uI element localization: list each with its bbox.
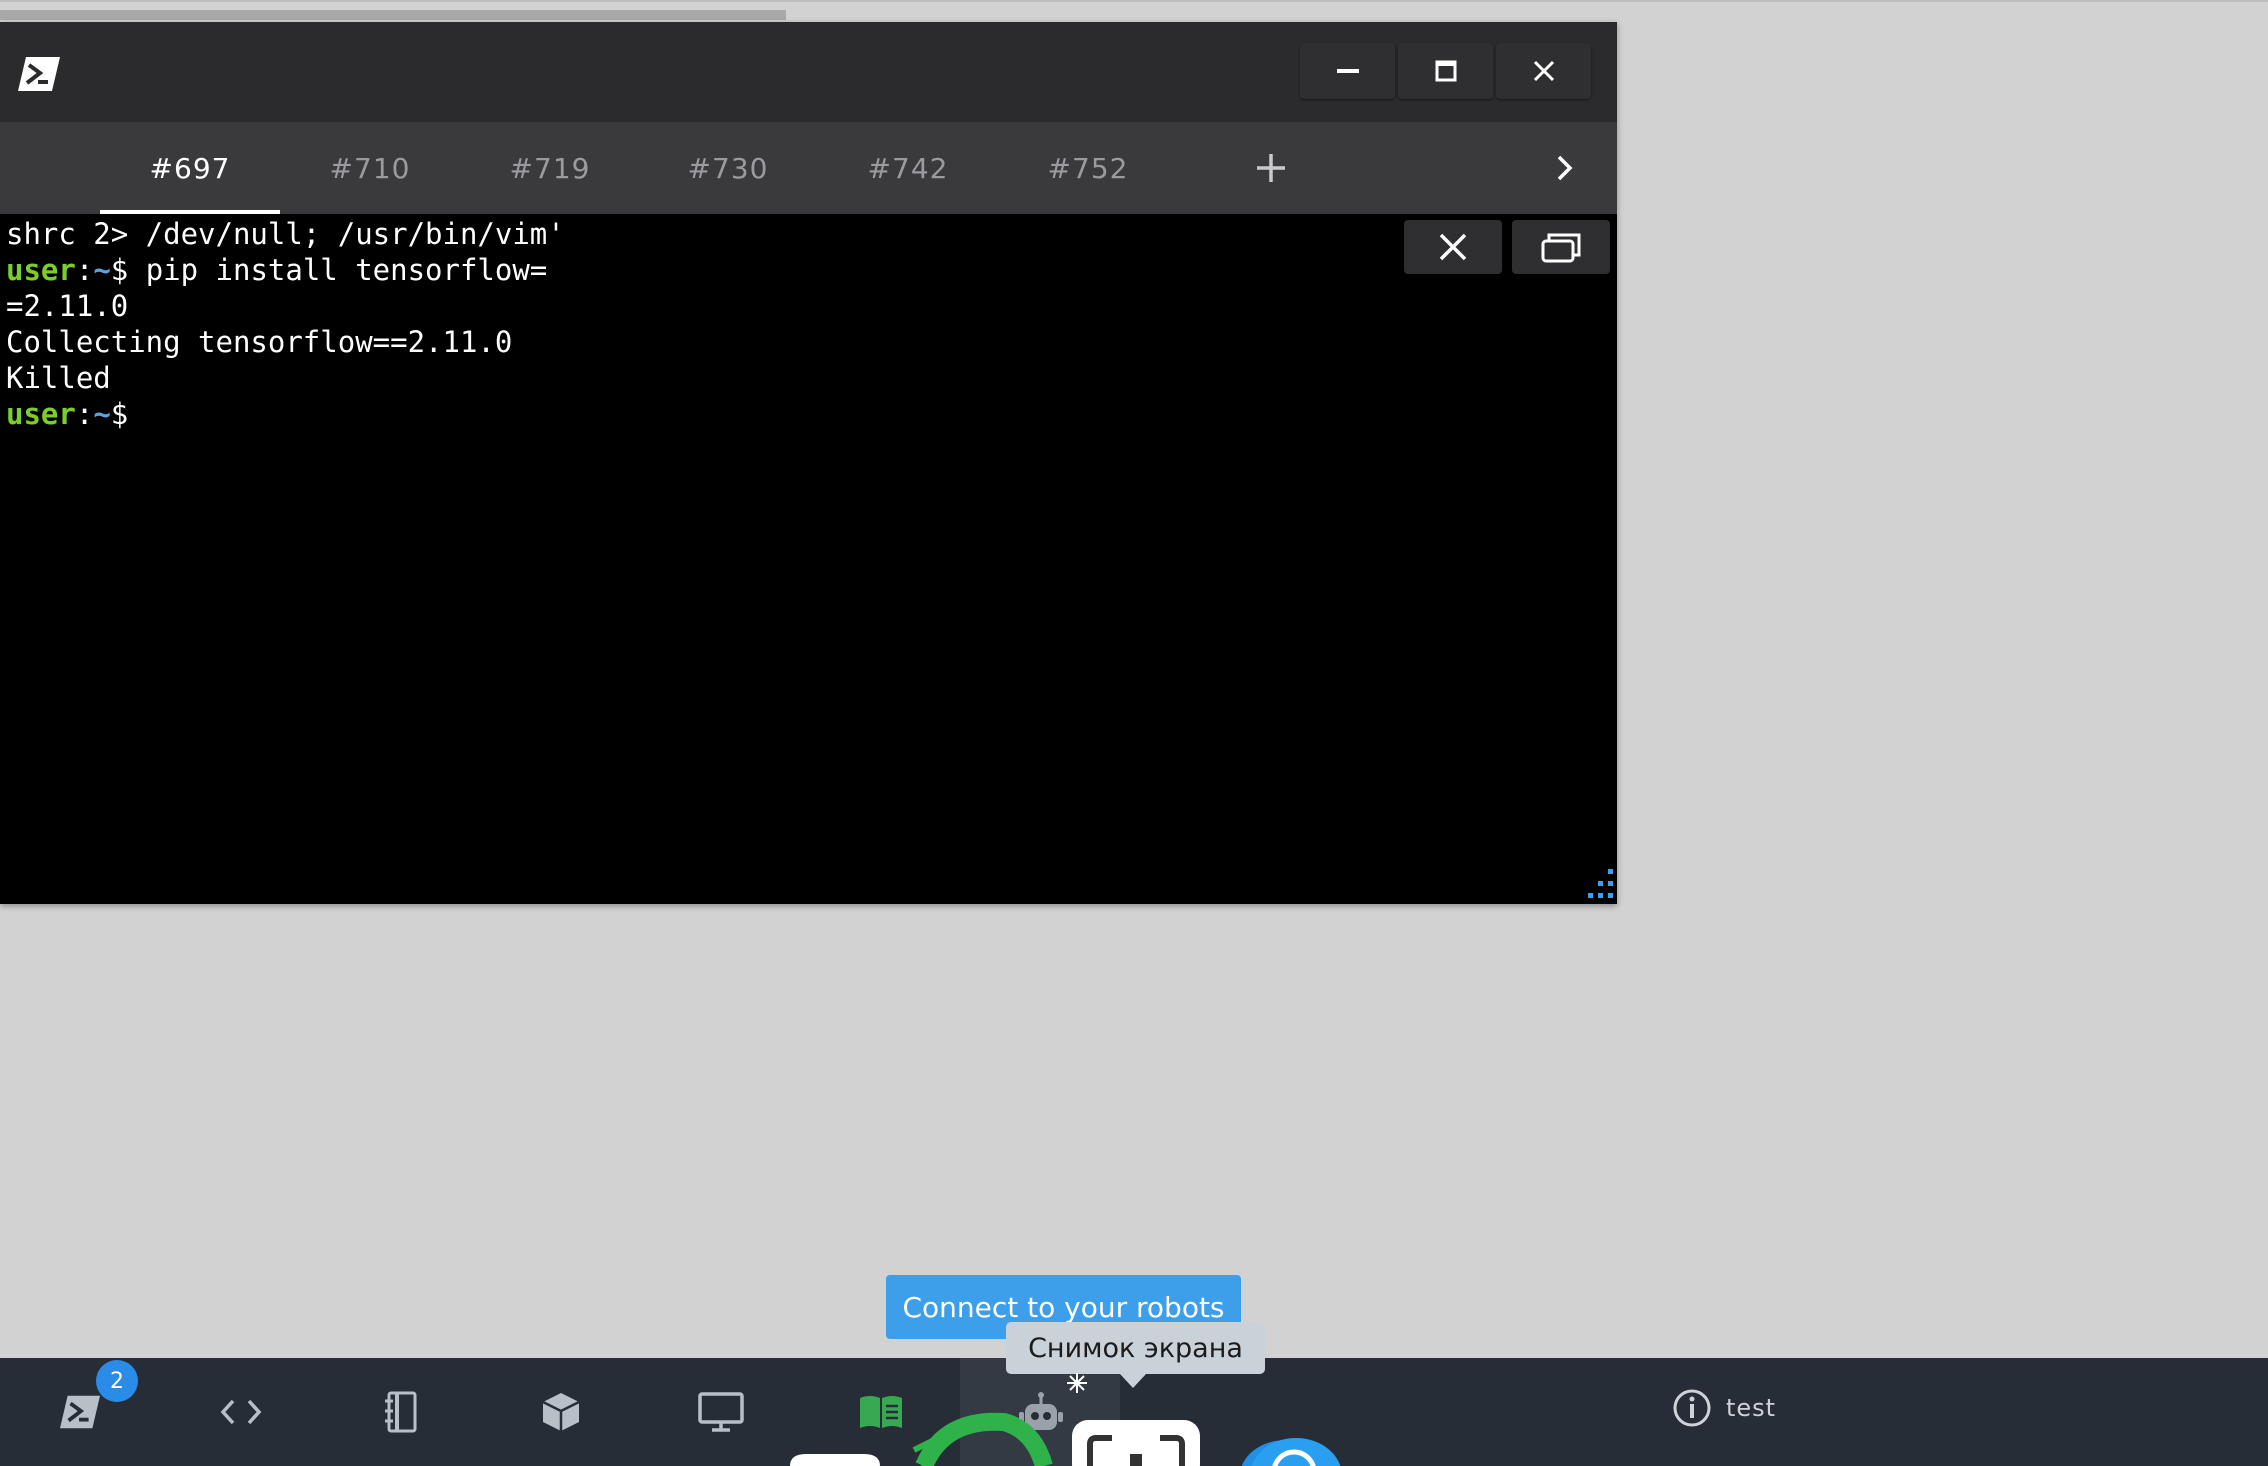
prompt-user: user	[6, 397, 76, 431]
tab-697[interactable]: #697	[100, 122, 280, 214]
terminal-text: shrc 2> /dev/null; /usr/bin/vim'	[6, 217, 565, 251]
terminal-line: =2.11.0	[6, 288, 1396, 324]
prompt-separator: :	[75, 397, 94, 431]
terminal-line: user:~$ pip install tensorflow=	[6, 252, 1396, 288]
terminal-line: Collecting tensorflow==2.11.0	[6, 324, 1396, 360]
plus-icon	[1257, 154, 1285, 182]
terminal-icon	[60, 1395, 100, 1429]
close-window-button[interactable]	[1496, 43, 1591, 99]
tab-742[interactable]: #742	[848, 122, 968, 214]
windows-icon	[1541, 233, 1581, 263]
code-icon	[220, 1399, 262, 1425]
monitor-icon	[698, 1392, 744, 1432]
minimize-button[interactable]	[1300, 43, 1395, 99]
tab-710[interactable]: #710	[310, 122, 430, 214]
terminal-command: $ pip install tensorflow=	[110, 253, 548, 287]
scroll-tabs-right-button[interactable]	[1545, 142, 1585, 194]
add-tab-button[interactable]	[1245, 142, 1297, 194]
info-icon	[1673, 1389, 1711, 1427]
dock-app-icon[interactable]	[786, 1452, 884, 1466]
top-edge-line	[0, 0, 2268, 2]
prompt-user: user	[6, 253, 76, 287]
resize-grip-icon[interactable]	[1578, 867, 1614, 901]
prompt-separator: :	[75, 253, 94, 287]
terminal-output[interactable]: shrc 2> /dev/null; /usr/bin/vim' user:~$ …	[6, 216, 1396, 432]
taskbar-code-editor[interactable]	[186, 1358, 296, 1466]
detach-pane-button[interactable]	[1512, 220, 1610, 274]
workspace-name: test	[1726, 1394, 1777, 1422]
close-icon	[1533, 60, 1554, 82]
taskbar-packages[interactable]	[506, 1358, 616, 1466]
chevron-right-icon	[1557, 155, 1573, 181]
chat-app-icon[interactable]	[1230, 1432, 1348, 1466]
screenshot-icon[interactable]	[1070, 1418, 1202, 1466]
prompt-path: ~	[93, 397, 111, 431]
window-titlebar[interactable]	[0, 22, 1617, 122]
loading-bar	[0, 10, 786, 20]
sparkle-icon	[1067, 1373, 1087, 1393]
terminal-text: =2.11.0	[6, 289, 129, 323]
terminal-command: $	[110, 397, 129, 431]
screenshot-tooltip: Снимок экрана	[1006, 1322, 1265, 1388]
minimize-icon	[1336, 69, 1359, 73]
taskbar-remote-desktop[interactable]	[666, 1358, 776, 1466]
notebook-icon	[385, 1391, 417, 1433]
taskbar-notebook[interactable]	[346, 1358, 456, 1466]
book-icon	[860, 1396, 902, 1428]
maximize-button[interactable]	[1398, 43, 1493, 99]
tab-752[interactable]: #752	[1028, 122, 1148, 214]
terminal-tab-bar: #697 #710 #719 #730 #742 #752	[0, 122, 1617, 214]
terminal-line: user:~$	[6, 396, 1396, 432]
cube-icon	[542, 1393, 580, 1431]
taskbar-info[interactable]: test	[1672, 1388, 1776, 1428]
prompt-path: ~	[93, 253, 111, 287]
terminal-text: Collecting tensorflow==2.11.0	[6, 325, 513, 359]
terminal-window[interactable]: #697 #710 #719 #730 #742 #752 shrc 2> /d…	[0, 22, 1617, 904]
terminal-app-icon	[18, 57, 60, 91]
sync-icon[interactable]	[904, 1410, 1054, 1466]
terminal-text: Killed	[6, 361, 111, 395]
close-pane-button[interactable]	[1404, 220, 1502, 274]
terminal-line: Killed	[6, 360, 1396, 396]
close-icon	[1439, 233, 1467, 261]
maximize-icon	[1435, 60, 1456, 82]
terminal-line: shrc 2> /dev/null; /usr/bin/vim'	[6, 216, 1396, 252]
tab-719[interactable]: #719	[490, 122, 610, 214]
tab-730[interactable]: #730	[668, 122, 788, 214]
notification-badge: 2	[96, 1360, 138, 1402]
